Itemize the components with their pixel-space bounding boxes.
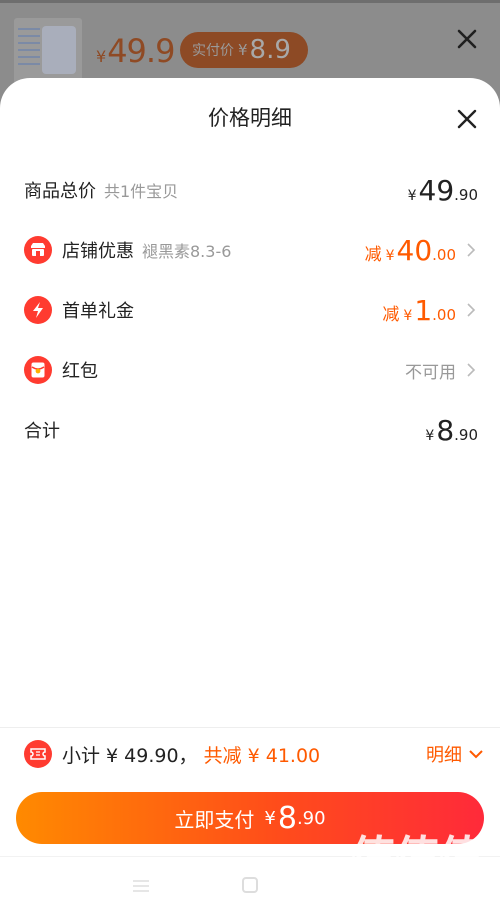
- nav-divider: [0, 856, 500, 857]
- thumbnail-text: [18, 28, 40, 68]
- row-sublabel: 褪黑素8.3-6: [142, 242, 232, 261]
- pay-button-currency: ¥: [264, 807, 276, 829]
- lightning-icon: [24, 296, 52, 324]
- menu-icon[interactable]: [132, 879, 150, 893]
- row-shop-discount[interactable]: 店铺优惠 褪黑素8.3-6 减 ¥40.00: [24, 230, 478, 270]
- row-label: 红包: [62, 361, 98, 382]
- row-red-envelope[interactable]: 红包 不可用: [24, 350, 478, 390]
- row-sublabel: 共1件宝贝: [104, 182, 179, 201]
- background-close-icon[interactable]: [452, 24, 482, 54]
- background-price: ¥49.9: [96, 32, 175, 70]
- sheet-title: 价格明细: [208, 106, 292, 130]
- thumbnail-bottle: [42, 26, 76, 74]
- row-label: 首单礼金: [62, 301, 134, 322]
- pay-button-amount-dec: .90: [296, 807, 326, 829]
- row-amount: ¥8.90: [425, 413, 478, 447]
- chevron-right-icon: [467, 243, 476, 257]
- detail-toggle[interactable]: 明细: [426, 741, 484, 767]
- detail-label: 明细: [426, 745, 462, 766]
- shop-icon: [24, 236, 52, 264]
- chevron-right-icon: [467, 303, 476, 317]
- subtotal-text: 小计 ¥ 49.90，: [62, 744, 198, 767]
- footer-summary: 小计 ¥ 49.90， 共减 ¥ 41.00 明细: [24, 734, 484, 774]
- chevron-right-icon: [467, 363, 476, 377]
- price-detail-sheet: 价格明细 商品总价 共1件宝贝 ¥49.90 店铺优惠 褪黑素8.3-6 减 ¥4…: [0, 78, 500, 913]
- row-label: 店铺优惠: [62, 241, 134, 262]
- row-amount: 减 ¥40.00: [364, 233, 456, 267]
- row-label: 商品总价: [24, 181, 96, 202]
- home-icon[interactable]: [242, 877, 258, 893]
- row-status: 不可用: [405, 362, 456, 383]
- reduced-text: 共减 ¥ 41.00: [203, 744, 321, 767]
- pay-button-label: 立即支付: [174, 807, 255, 832]
- close-icon[interactable]: [454, 106, 480, 132]
- row-label: 合计: [24, 421, 60, 442]
- row-first-order-gift[interactable]: 首单礼金 减 ¥1.00: [24, 290, 478, 330]
- footer-divider: [0, 727, 500, 728]
- row-amount: 减 ¥1.00: [382, 293, 456, 327]
- product-thumbnail: [14, 18, 82, 84]
- row-amount: ¥49.90: [407, 173, 478, 207]
- pay-now-button[interactable]: 立即支付 ¥ 8 .90: [16, 792, 484, 844]
- row-grand-total: 合计 ¥8.90: [24, 410, 478, 450]
- red-envelope-icon: [24, 356, 52, 384]
- coupon-icon: [24, 740, 52, 768]
- background-actual-price-pill: 实付价 ¥8.9: [180, 32, 308, 68]
- row-total-price: 商品总价 共1件宝贝 ¥49.90: [24, 170, 478, 210]
- pay-button-amount-int: 8: [277, 800, 297, 836]
- status-bar-edge: [0, 0, 500, 3]
- chevron-down-icon: [469, 750, 483, 759]
